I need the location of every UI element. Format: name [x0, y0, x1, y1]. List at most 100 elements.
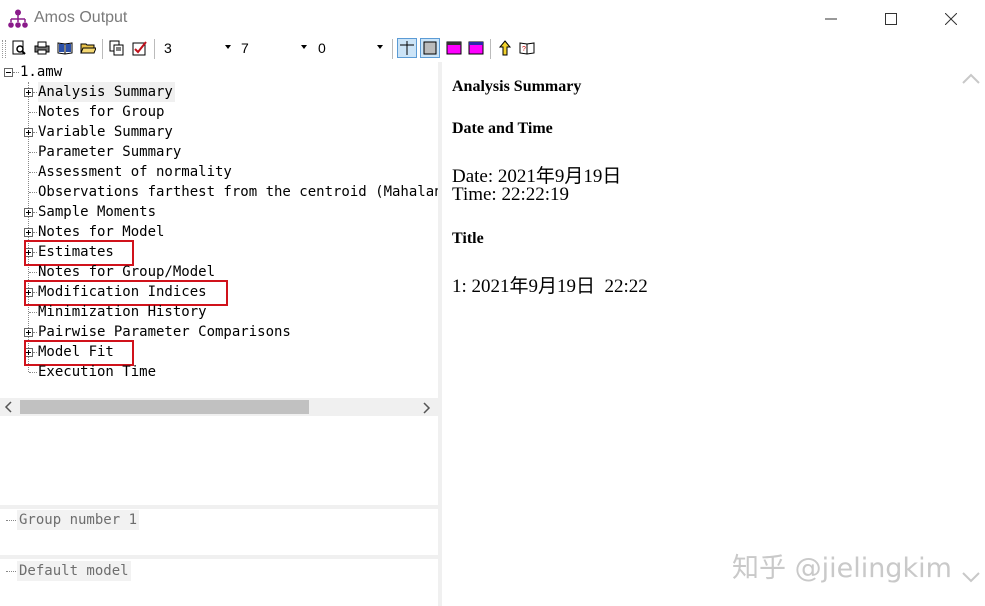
- tree-connector: [33, 232, 37, 233]
- tree-root[interactable]: 1.amw: [20, 62, 62, 82]
- toolbar-separator: [102, 39, 103, 59]
- print-preview-icon[interactable]: [10, 39, 28, 57]
- open-folder-icon[interactable]: [79, 39, 97, 57]
- date-time-heading: Date and Time: [452, 120, 553, 137]
- tree-item[interactable]: Observations farthest from the centroid …: [0, 182, 438, 202]
- toolbar-grip[interactable]: [2, 40, 6, 58]
- groups-list[interactable]: Group number 1: [0, 509, 438, 555]
- tree-item-label: Sample Moments: [38, 204, 157, 220]
- tree-item-label: Variable Summary: [38, 124, 173, 140]
- tree-item[interactable]: Execution Time: [0, 362, 438, 382]
- column-width-value: 7: [241, 40, 249, 56]
- vertical-scrollbar[interactable]: [959, 62, 985, 606]
- tree-connector: [29, 112, 37, 113]
- tree-connector: [29, 172, 37, 173]
- tree-item-label: Assessment of normality: [38, 164, 232, 180]
- toolbar-separator: [490, 39, 491, 59]
- max-columns-value: 0: [318, 40, 326, 56]
- tree-item[interactable]: Sample Moments: [0, 202, 438, 222]
- tree-item-label: Analysis Summary: [38, 82, 175, 102]
- window-title: Amos Output: [34, 9, 128, 26]
- tree-connector: [13, 72, 19, 73]
- expand-icon[interactable]: [24, 328, 33, 337]
- tree-connector: [33, 132, 37, 133]
- toolbar-separator: [154, 39, 155, 59]
- print-icon[interactable]: [33, 39, 51, 57]
- chevron-down-icon[interactable]: [225, 45, 231, 49]
- expand-icon[interactable]: [24, 128, 33, 137]
- chevron-down-icon[interactable]: [301, 45, 307, 49]
- scroll-left-icon[interactable]: [4, 401, 14, 416]
- output-tree[interactable]: 1.amw Analysis Summary Notes for Group Var…: [0, 62, 438, 398]
- tree-connector: [29, 272, 37, 273]
- scrollbar-thumb[interactable]: [20, 400, 309, 414]
- expand-icon[interactable]: [24, 228, 33, 237]
- tree-connector: [33, 92, 37, 93]
- group-item[interactable]: Group number 1: [17, 510, 140, 530]
- decimals-combo[interactable]: 3: [164, 40, 234, 58]
- tree-connector: [33, 212, 37, 213]
- tree-item[interactable]: Notes for Group: [0, 102, 438, 122]
- up-icon[interactable]: [496, 39, 514, 57]
- scroll-up-icon[interactable]: [961, 72, 981, 91]
- tree-connector: [29, 192, 37, 193]
- options-icon[interactable]: [131, 39, 149, 57]
- expand-icon[interactable]: [24, 88, 33, 97]
- copy-icon[interactable]: [108, 39, 126, 57]
- tree-item[interactable]: Model Fit: [0, 340, 438, 366]
- models-list[interactable]: Default model: [0, 559, 438, 606]
- tree-connector: [29, 372, 37, 373]
- tree-item[interactable]: Modification Indices: [0, 280, 438, 306]
- tree-item-label: Parameter Summary: [38, 144, 182, 160]
- collapse-icon[interactable]: [4, 68, 13, 77]
- tree-item-label: Notes for Group/Model: [38, 264, 216, 280]
- tree-item[interactable]: Notes for Model: [0, 222, 438, 242]
- split-pane-icon[interactable]: [397, 38, 417, 58]
- tree-item-label: Observations farthest from the centroid …: [38, 184, 438, 200]
- tree-item[interactable]: Minimization History: [0, 302, 438, 322]
- table-icon[interactable]: [445, 39, 463, 57]
- time-line: Time: 22:22:19: [452, 184, 570, 205]
- tree-item[interactable]: Notes for Group/Model: [0, 262, 438, 282]
- output-heading: Analysis Summary: [452, 78, 582, 95]
- title-heading: Title: [452, 230, 484, 247]
- model-item[interactable]: Default model: [17, 561, 131, 581]
- max-columns-combo[interactable]: 0: [318, 40, 388, 58]
- tree-connector: [33, 332, 37, 333]
- tree-item-label: Pairwise Parameter Comparisons: [38, 324, 291, 340]
- watermark: 知乎 @jielingkim: [732, 553, 952, 584]
- tree-connector: [6, 571, 16, 572]
- table-alt-icon[interactable]: [467, 39, 485, 57]
- toolbar: 3 7 0 ?: [0, 36, 985, 62]
- empty-area: [0, 416, 438, 505]
- tree-connector: [29, 152, 37, 153]
- tree-item-label: Minimization History: [38, 304, 207, 320]
- tree-item[interactable]: Variable Summary: [0, 122, 438, 142]
- help-book-icon[interactable]: ?: [518, 39, 536, 57]
- tree-item[interactable]: Parameter Summary: [0, 142, 438, 162]
- title-line: 1: 2021年9月19日 22:22: [452, 276, 648, 297]
- tree-item[interactable]: Analysis Summary: [0, 82, 438, 102]
- toolbar-separator: [392, 39, 393, 59]
- tree-item-label: Execution Time: [38, 364, 157, 380]
- title-bar: Amos Output: [0, 0, 985, 36]
- tree-item[interactable]: Estimates: [0, 240, 438, 266]
- tree-item[interactable]: Pairwise Parameter Comparisons: [0, 322, 438, 342]
- svg-text:?: ?: [522, 46, 526, 53]
- tree-item-label: Notes for Group: [38, 104, 165, 120]
- expand-icon[interactable]: [24, 208, 33, 217]
- decimals-value: 3: [164, 40, 172, 56]
- tree-connector: [6, 520, 16, 521]
- single-pane-icon[interactable]: [420, 38, 440, 58]
- chevron-down-icon[interactable]: [377, 45, 383, 49]
- book-icon[interactable]: [56, 39, 74, 57]
- tree-item[interactable]: Assessment of normality: [0, 162, 438, 182]
- maximize-button[interactable]: [868, 6, 914, 32]
- minimize-button[interactable]: [808, 6, 854, 32]
- tree-connector: [29, 312, 37, 313]
- output-view: Analysis Summary Date and Time Date: 202…: [442, 62, 965, 606]
- scroll-down-icon[interactable]: [961, 570, 981, 589]
- tree-item-label: Notes for Model: [38, 224, 165, 240]
- close-button[interactable]: [928, 6, 974, 32]
- column-width-combo[interactable]: 7: [241, 40, 311, 58]
